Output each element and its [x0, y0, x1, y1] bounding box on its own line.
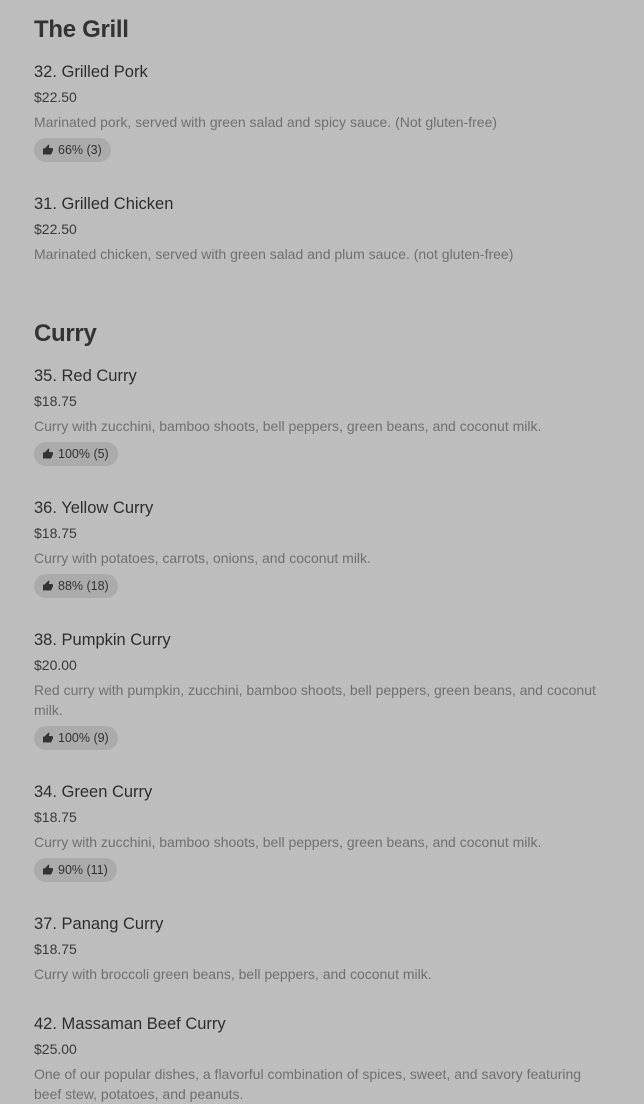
item-price: $18.75	[34, 525, 77, 541]
rating-badge: 66% (3)	[34, 138, 111, 162]
item-name: 36. Yellow Curry	[34, 499, 154, 517]
item-name: 32. Grilled Pork	[34, 63, 148, 81]
item-name: 31. Grilled Chicken	[34, 195, 174, 213]
rating-text: 100% (5)	[58, 447, 109, 461]
menu-item-grilled-pork[interactable]: 32. Grilled Pork $22.50 Marinated pork, …	[34, 62, 614, 166]
item-description: Curry with zucchini, bamboo shoots, bell…	[34, 418, 542, 434]
item-price: $20.00	[34, 657, 77, 673]
rating-badge: 90% (11)	[34, 858, 117, 882]
menu-item-pumpkin-curry[interactable]: 38. Pumpkin Curry $20.00 Red curry with …	[34, 630, 614, 754]
menu-item-yellow-curry[interactable]: 36. Yellow Curry $18.75 Curry with potat…	[34, 498, 614, 602]
item-name: 42. Massaman Beef Curry	[34, 1015, 226, 1033]
thumbs-up-icon	[43, 448, 53, 459]
item-price: $18.75	[34, 941, 77, 957]
menu-item-panang-curry[interactable]: 37. Panang Curry $18.75 Curry with brocc…	[34, 914, 614, 986]
thumbs-up-icon	[43, 732, 53, 743]
section-title-the-grill: The Grill	[34, 16, 129, 43]
rating-text: 90% (11)	[58, 863, 108, 877]
rating-badge: 88% (18)	[34, 574, 118, 598]
item-name: 38. Pumpkin Curry	[34, 631, 171, 649]
rating-text: 66% (3)	[58, 143, 102, 157]
item-description: Marinated chicken, served with green sal…	[34, 246, 514, 262]
item-description: Curry with potatoes, carrots, onions, an…	[34, 550, 371, 566]
menu-item-massaman-beef-curry[interactable]: 42. Massaman Beef Curry $25.00 One of ou…	[34, 1014, 614, 1103]
menu-item-grilled-chicken[interactable]: 31. Grilled Chicken $22.50 Marinated chi…	[34, 194, 614, 266]
rating-text: 100% (9)	[58, 731, 109, 745]
item-name: 35. Red Curry	[34, 367, 137, 385]
menu-item-green-curry[interactable]: 34. Green Curry $18.75 Curry with zucchi…	[34, 782, 614, 886]
item-name: 37. Panang Curry	[34, 915, 164, 933]
item-description: Curry with broccoli green beans, bell pe…	[34, 966, 432, 982]
item-price: $22.50	[34, 89, 77, 105]
thumbs-up-icon	[43, 144, 53, 155]
thumbs-up-icon	[43, 580, 53, 591]
rating-badge: 100% (5)	[34, 442, 118, 466]
item-description: Red curry with pumpkin, zucchini, bamboo…	[34, 682, 596, 718]
rating-badge: 100% (9)	[34, 726, 118, 750]
rating-text: 88% (18)	[58, 579, 109, 593]
item-description: One of our popular dishes, a flavorful c…	[34, 1066, 582, 1102]
item-description: Curry with zucchini, bamboo shoots, bell…	[34, 834, 542, 850]
menu-item-red-curry[interactable]: 35. Red Curry $18.75 Curry with zucchini…	[34, 366, 614, 470]
item-description: Marinated pork, served with green salad …	[34, 114, 498, 130]
item-price: $22.50	[34, 221, 77, 237]
section-title-curry: Curry	[34, 320, 97, 347]
item-price: $25.00	[34, 1041, 77, 1057]
item-name: 34. Green Curry	[34, 783, 153, 801]
item-price: $18.75	[34, 809, 77, 825]
thumbs-up-icon	[43, 864, 53, 875]
item-price: $18.75	[34, 393, 77, 409]
